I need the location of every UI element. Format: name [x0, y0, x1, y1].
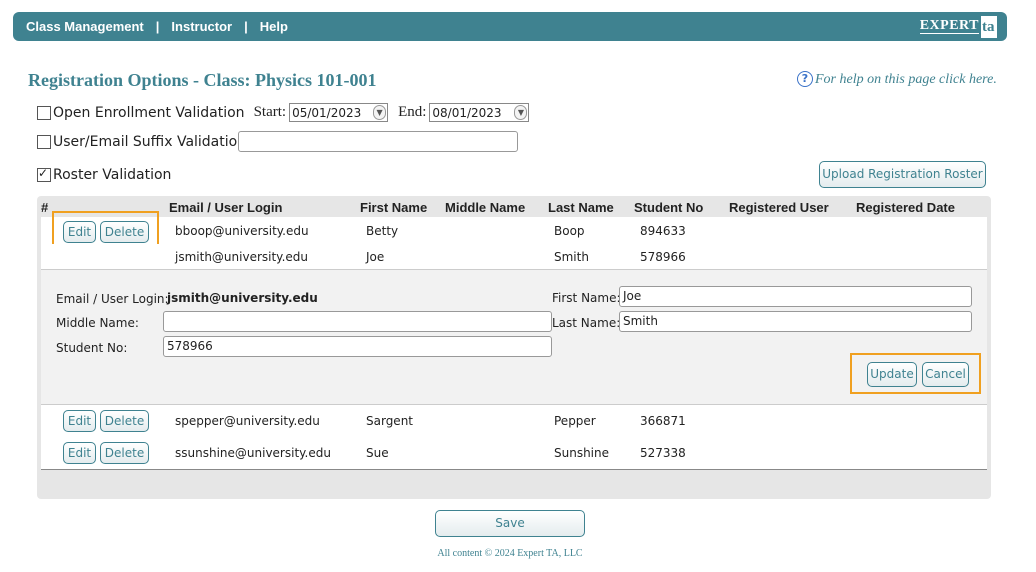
edit-button[interactable]: Edit	[63, 410, 96, 432]
col-header-first-name: First Name	[360, 200, 428, 215]
col-header-email: Email / User Login	[169, 200, 283, 215]
help-link[interactable]: ? For help on this page click here.	[797, 71, 997, 88]
table-row: Edit Delete bboop@university.edu Betty B…	[41, 217, 987, 244]
cell-last-name: Smith	[554, 250, 589, 264]
cell-email: ssunshine@university.edu	[175, 446, 331, 460]
cell-student-no: 894633	[640, 224, 686, 238]
highlight-box	[850, 353, 981, 394]
logo-text: EXPERT	[919, 18, 979, 34]
help-circle-icon: ?	[797, 71, 813, 87]
edit-button[interactable]: Edit	[63, 442, 96, 464]
roster-label: Roster Validation	[53, 167, 172, 183]
delete-button[interactable]: Delete	[100, 410, 149, 432]
help-link-text[interactable]: For help on this page click here.	[815, 72, 997, 87]
roster-row: Roster Validation	[37, 166, 172, 183]
edit-email-label: Email / User Login:	[56, 292, 169, 306]
end-date-select[interactable]: 08/01/2023 ▼	[429, 103, 530, 122]
cell-last-name: Boop	[554, 224, 585, 238]
open-enrollment-row: Open Enrollment Validation Start: 05/01/…	[37, 103, 530, 122]
cell-email: spepper@university.edu	[175, 414, 320, 428]
open-enrollment-checkbox[interactable]	[37, 105, 51, 120]
nav-instructor[interactable]: Instructor	[171, 19, 232, 34]
cell-first-name: Joe	[366, 250, 385, 264]
nav-separator: |	[155, 19, 160, 34]
upload-roster-button[interactable]: Upload Registration Roster	[819, 161, 986, 188]
cell-student-no: 578966	[640, 250, 686, 264]
first-name-input[interactable]: Joe	[619, 286, 972, 307]
col-header-last-name: Last Name	[548, 200, 614, 215]
col-header-number: #	[41, 200, 49, 215]
cell-student-no: 527338	[640, 446, 686, 460]
nav-separator: |	[244, 19, 248, 34]
cell-first-name: Sargent	[366, 414, 414, 428]
roster-checkbox[interactable]	[37, 166, 51, 182]
cell-first-name: Betty	[366, 224, 399, 238]
last-name-input[interactable]: Smith	[619, 311, 972, 332]
nav-class-management[interactable]: Class Management	[26, 19, 144, 34]
col-header-registered-user: Registered User	[729, 200, 829, 215]
suffix-input[interactable]	[238, 131, 518, 152]
table-row: Edit Delete spepper@university.edu Sarge…	[41, 405, 987, 437]
start-date-value: 05/01/2023	[292, 105, 362, 120]
cell-first-name: Sue	[366, 446, 389, 460]
start-date-label: Start:	[253, 104, 287, 120]
table-bottom-divider	[41, 469, 987, 470]
cell-last-name: Pepper	[554, 414, 596, 428]
suffix-row: User/Email Suffix Validation	[37, 134, 246, 150]
logo-mark-icon: ta	[981, 15, 997, 38]
page-title: Registration Options - Class: Physics 10…	[28, 70, 377, 90]
chevron-down-icon: ▼	[373, 105, 387, 120]
edit-email-value: jsmith@university.edu	[167, 291, 318, 305]
col-header-registered-date: Registered Date	[856, 200, 955, 215]
logo-mark-text: ta	[982, 18, 995, 35]
cell-student-no: 366871	[640, 414, 686, 428]
edit-middle-name-label: Middle Name:	[56, 316, 139, 330]
edit-first-name-label: First Name:	[552, 291, 621, 305]
end-date-value: 08/01/2023	[432, 105, 502, 120]
chevron-down-icon: ▼	[514, 105, 528, 120]
table-row: Edit Delete ssunshine@university.edu Sue…	[41, 437, 987, 469]
student-no-input[interactable]: 578966	[163, 336, 552, 357]
col-header-student-no: Student No	[634, 200, 704, 215]
cell-email: jsmith@university.edu	[175, 250, 308, 264]
suffix-label: User/Email Suffix Validation	[53, 134, 247, 150]
expert-ta-logo[interactable]: EXPERT ta	[919, 15, 997, 38]
cell-last-name: Sunshine	[554, 446, 610, 460]
nav-help[interactable]: Help	[260, 19, 288, 34]
cell-email: bboop@university.edu	[175, 224, 309, 238]
middle-name-input[interactable]	[163, 311, 552, 332]
table-row: jsmith@university.edu Joe Smith 578966	[41, 244, 987, 269]
edit-student-no-label: Student No:	[56, 341, 128, 355]
open-enrollment-label: Open Enrollment Validation	[53, 104, 245, 121]
edit-last-name-label: Last Name:	[552, 316, 621, 330]
end-date-label: End:	[398, 104, 427, 120]
start-date-select[interactable]: 05/01/2023 ▼	[289, 103, 389, 122]
suffix-checkbox[interactable]	[37, 135, 51, 149]
col-header-middle-name: Middle Name	[445, 200, 526, 215]
save-button[interactable]: Save	[435, 510, 585, 537]
top-nav-bar: Class Management | Instructor | Help EXPERT …	[13, 12, 1007, 41]
main-nav: Class Management | Instructor | Help	[26, 19, 288, 34]
edit-form: Email / User Login: jsmith@university.ed…	[41, 269, 987, 405]
footer-copyright: All content © 2024 Expert TA, LLC	[437, 548, 583, 559]
delete-button[interactable]: Delete	[100, 442, 149, 464]
